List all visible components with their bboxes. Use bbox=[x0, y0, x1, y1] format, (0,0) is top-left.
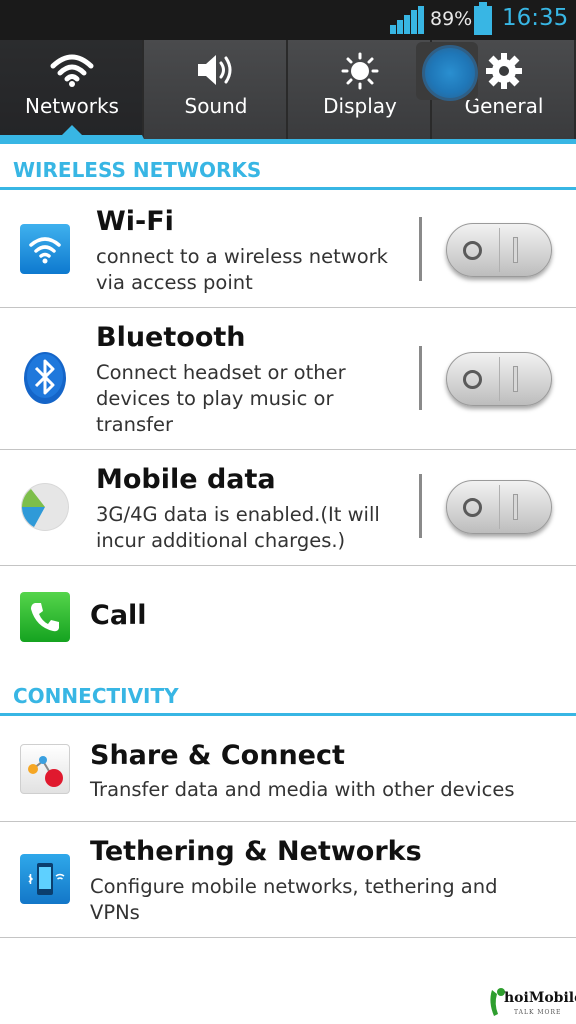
row-description: connect to a wireless network bbox=[96, 245, 388, 268]
row-description: transfer bbox=[96, 413, 174, 436]
divider bbox=[419, 217, 422, 281]
tab-underline bbox=[0, 139, 576, 144]
brightness-icon bbox=[288, 52, 432, 90]
row-description: via access point bbox=[96, 271, 253, 294]
wifi-icon bbox=[0, 52, 144, 88]
row-description: devices to play music or bbox=[96, 387, 334, 410]
watermark-brand: hoiMobile bbox=[504, 990, 576, 1006]
row-title: Bluetooth bbox=[96, 322, 246, 353]
mobile-data-toggle[interactable] bbox=[446, 480, 552, 534]
row-title: Call bbox=[90, 600, 147, 631]
row-description: Transfer data and media with other devic… bbox=[90, 778, 515, 801]
row-title: Mobile data bbox=[96, 464, 276, 495]
row-title: Wi-Fi bbox=[96, 206, 174, 237]
tethering-icon bbox=[20, 854, 70, 904]
share-connect-icon bbox=[20, 744, 70, 794]
row-description: Configure mobile networks, tethering and bbox=[90, 875, 498, 898]
bluetooth-toggle[interactable] bbox=[446, 352, 552, 406]
row-description: incur additional charges.) bbox=[96, 529, 346, 552]
tab-networks[interactable]: Networks bbox=[0, 40, 144, 139]
row-description: VPNs bbox=[90, 901, 140, 924]
signal-strength-icon bbox=[390, 6, 424, 34]
row-description: Connect headset or other bbox=[96, 361, 346, 384]
off-indicator-icon bbox=[463, 241, 482, 260]
watermark-logo: hoiMobile TALK MORE bbox=[486, 984, 576, 1024]
switch-divider bbox=[499, 485, 500, 529]
wifi-toggle[interactable] bbox=[446, 223, 552, 277]
settings-row-call[interactable]: Call bbox=[0, 566, 576, 670]
watermark-tagline: TALK MORE bbox=[514, 1009, 562, 1016]
status-bar: 89% 16:35 bbox=[0, 0, 576, 40]
clock: 16:35 bbox=[502, 5, 569, 31]
bluetooth-icon bbox=[20, 350, 70, 404]
tab-sound[interactable]: Sound bbox=[144, 40, 288, 139]
section-header-wireless: WIRELESS NETWORKS bbox=[0, 146, 576, 190]
divider bbox=[419, 346, 422, 410]
on-indicator-icon bbox=[513, 366, 518, 392]
switch-divider bbox=[499, 357, 500, 401]
switch-divider bbox=[499, 228, 500, 272]
battery-percent: 89% bbox=[430, 8, 473, 30]
off-indicator-icon bbox=[463, 370, 482, 389]
divider bbox=[419, 474, 422, 538]
mobile-data-pie-icon bbox=[20, 482, 70, 532]
tab-display[interactable]: Display bbox=[288, 40, 432, 139]
on-indicator-icon bbox=[513, 494, 518, 520]
tab-label: Networks bbox=[25, 94, 119, 118]
phone-icon bbox=[20, 592, 70, 642]
section-title: WIRELESS NETWORKS bbox=[13, 158, 262, 182]
battery-icon bbox=[474, 2, 492, 35]
settings-row-share-connect[interactable]: Share & Connect Transfer data and media … bbox=[0, 716, 576, 822]
off-indicator-icon bbox=[463, 498, 482, 517]
row-title: Tethering & Networks bbox=[90, 836, 422, 867]
settings-row-mobile-data[interactable]: Mobile data 3G/4G data is enabled.(It wi… bbox=[0, 450, 576, 566]
settings-row-wifi[interactable]: Wi-Fi connect to a wireless network via … bbox=[0, 190, 576, 308]
section-title: CONNECTIVITY bbox=[13, 684, 179, 708]
row-description: 3G/4G data is enabled.(It will bbox=[96, 503, 380, 526]
wifi-icon bbox=[20, 224, 70, 274]
touch-indicator bbox=[416, 42, 478, 101]
tab-label: Display bbox=[323, 94, 397, 118]
tab-label: Sound bbox=[184, 94, 248, 118]
settings-row-bluetooth[interactable]: Bluetooth Connect headset or other devic… bbox=[0, 308, 576, 450]
row-title: Share & Connect bbox=[90, 740, 345, 771]
on-indicator-icon bbox=[513, 237, 518, 263]
settings-row-tethering[interactable]: Tethering & Networks Configure mobile ne… bbox=[0, 822, 576, 938]
section-header-connectivity: CONNECTIVITY bbox=[0, 672, 576, 716]
speaker-icon bbox=[144, 52, 288, 88]
settings-tab-bar: Networks Sound Display General bbox=[0, 40, 576, 139]
